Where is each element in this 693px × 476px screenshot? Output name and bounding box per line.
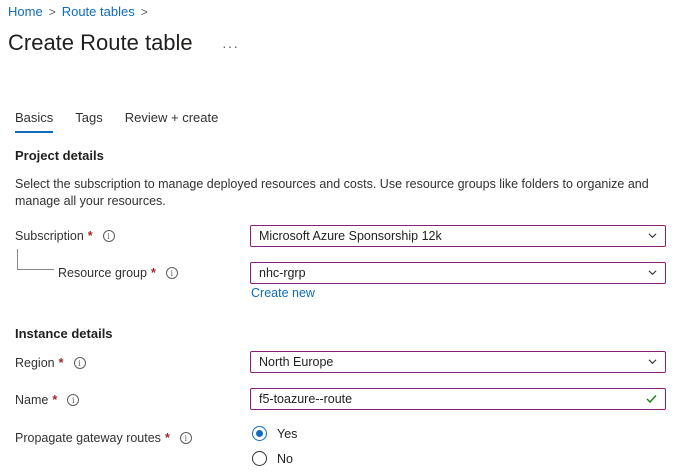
region-value: North Europe [259,355,334,369]
info-icon[interactable]: i [102,230,115,242]
tab-tags[interactable]: Tags [75,110,102,133]
info-icon[interactable]: i [73,357,86,369]
page-title: Create Route table [8,30,193,55]
instance-details-title: Instance details [15,326,113,341]
breadcrumb-route-tables[interactable]: Route tables [62,4,135,19]
chevron-down-icon [648,233,657,239]
tab-review-create[interactable]: Review + create [125,110,219,133]
breadcrumb-separator: > [140,4,148,19]
project-details-description: Select the subscription to manage deploy… [15,177,649,208]
more-options-icon[interactable]: ··· [222,38,239,54]
name-input[interactable]: f5-toazure--route [250,388,666,410]
resource-group-label: Resource group * i [58,266,178,280]
name-value: f5-toazure--route [259,392,353,406]
propagate-gateway-routes-label: Propagate gateway routes * i [15,431,192,445]
info-icon[interactable]: i [67,394,80,406]
info-icon[interactable]: i [179,432,192,444]
info-icon[interactable]: i [165,267,178,279]
tree-connector-line [17,249,54,270]
required-mark: * [52,393,58,407]
radio-selected-icon[interactable] [252,426,267,441]
radio-unselected-icon[interactable] [252,451,267,466]
tab-bar: Basics Tags Review + create [15,110,218,133]
radio-no-label: No [277,451,293,466]
required-mark: * [150,266,156,280]
breadcrumb-home[interactable]: Home [8,4,43,19]
name-label: Name * i [15,393,80,407]
tab-basics[interactable]: Basics [15,110,54,133]
region-label-text: Region [15,356,55,370]
region-select[interactable]: North Europe [250,351,666,373]
required-mark: * [87,229,93,243]
required-mark: * [58,356,64,370]
name-label-text: Name [15,393,49,407]
radio-no[interactable]: No [252,451,293,466]
resource-group-select[interactable]: nhc-rgrp [250,262,666,284]
breadcrumb: Home > Route tables > [8,4,148,19]
subscription-select[interactable]: Microsoft Azure Sponsorship 12k [250,225,666,247]
subscription-label: Subscription * i [15,229,115,243]
resource-group-value: nhc-rgrp [259,266,306,280]
chevron-down-icon [648,359,657,365]
project-details-title: Project details [15,148,104,163]
subscription-label-text: Subscription [15,229,84,243]
resource-group-label-text: Resource group [58,266,147,280]
propagate-label-text: Propagate gateway routes [15,431,161,445]
radio-yes-label: Yes [277,426,298,441]
required-mark: * [164,431,170,445]
chevron-down-icon [648,270,657,276]
checkmark-icon [646,395,657,403]
radio-yes[interactable]: Yes [252,426,297,441]
subscription-value: Microsoft Azure Sponsorship 12k [259,229,442,243]
breadcrumb-separator: > [48,4,56,19]
create-new-link[interactable]: Create new [251,286,315,300]
region-label: Region * i [15,356,86,370]
